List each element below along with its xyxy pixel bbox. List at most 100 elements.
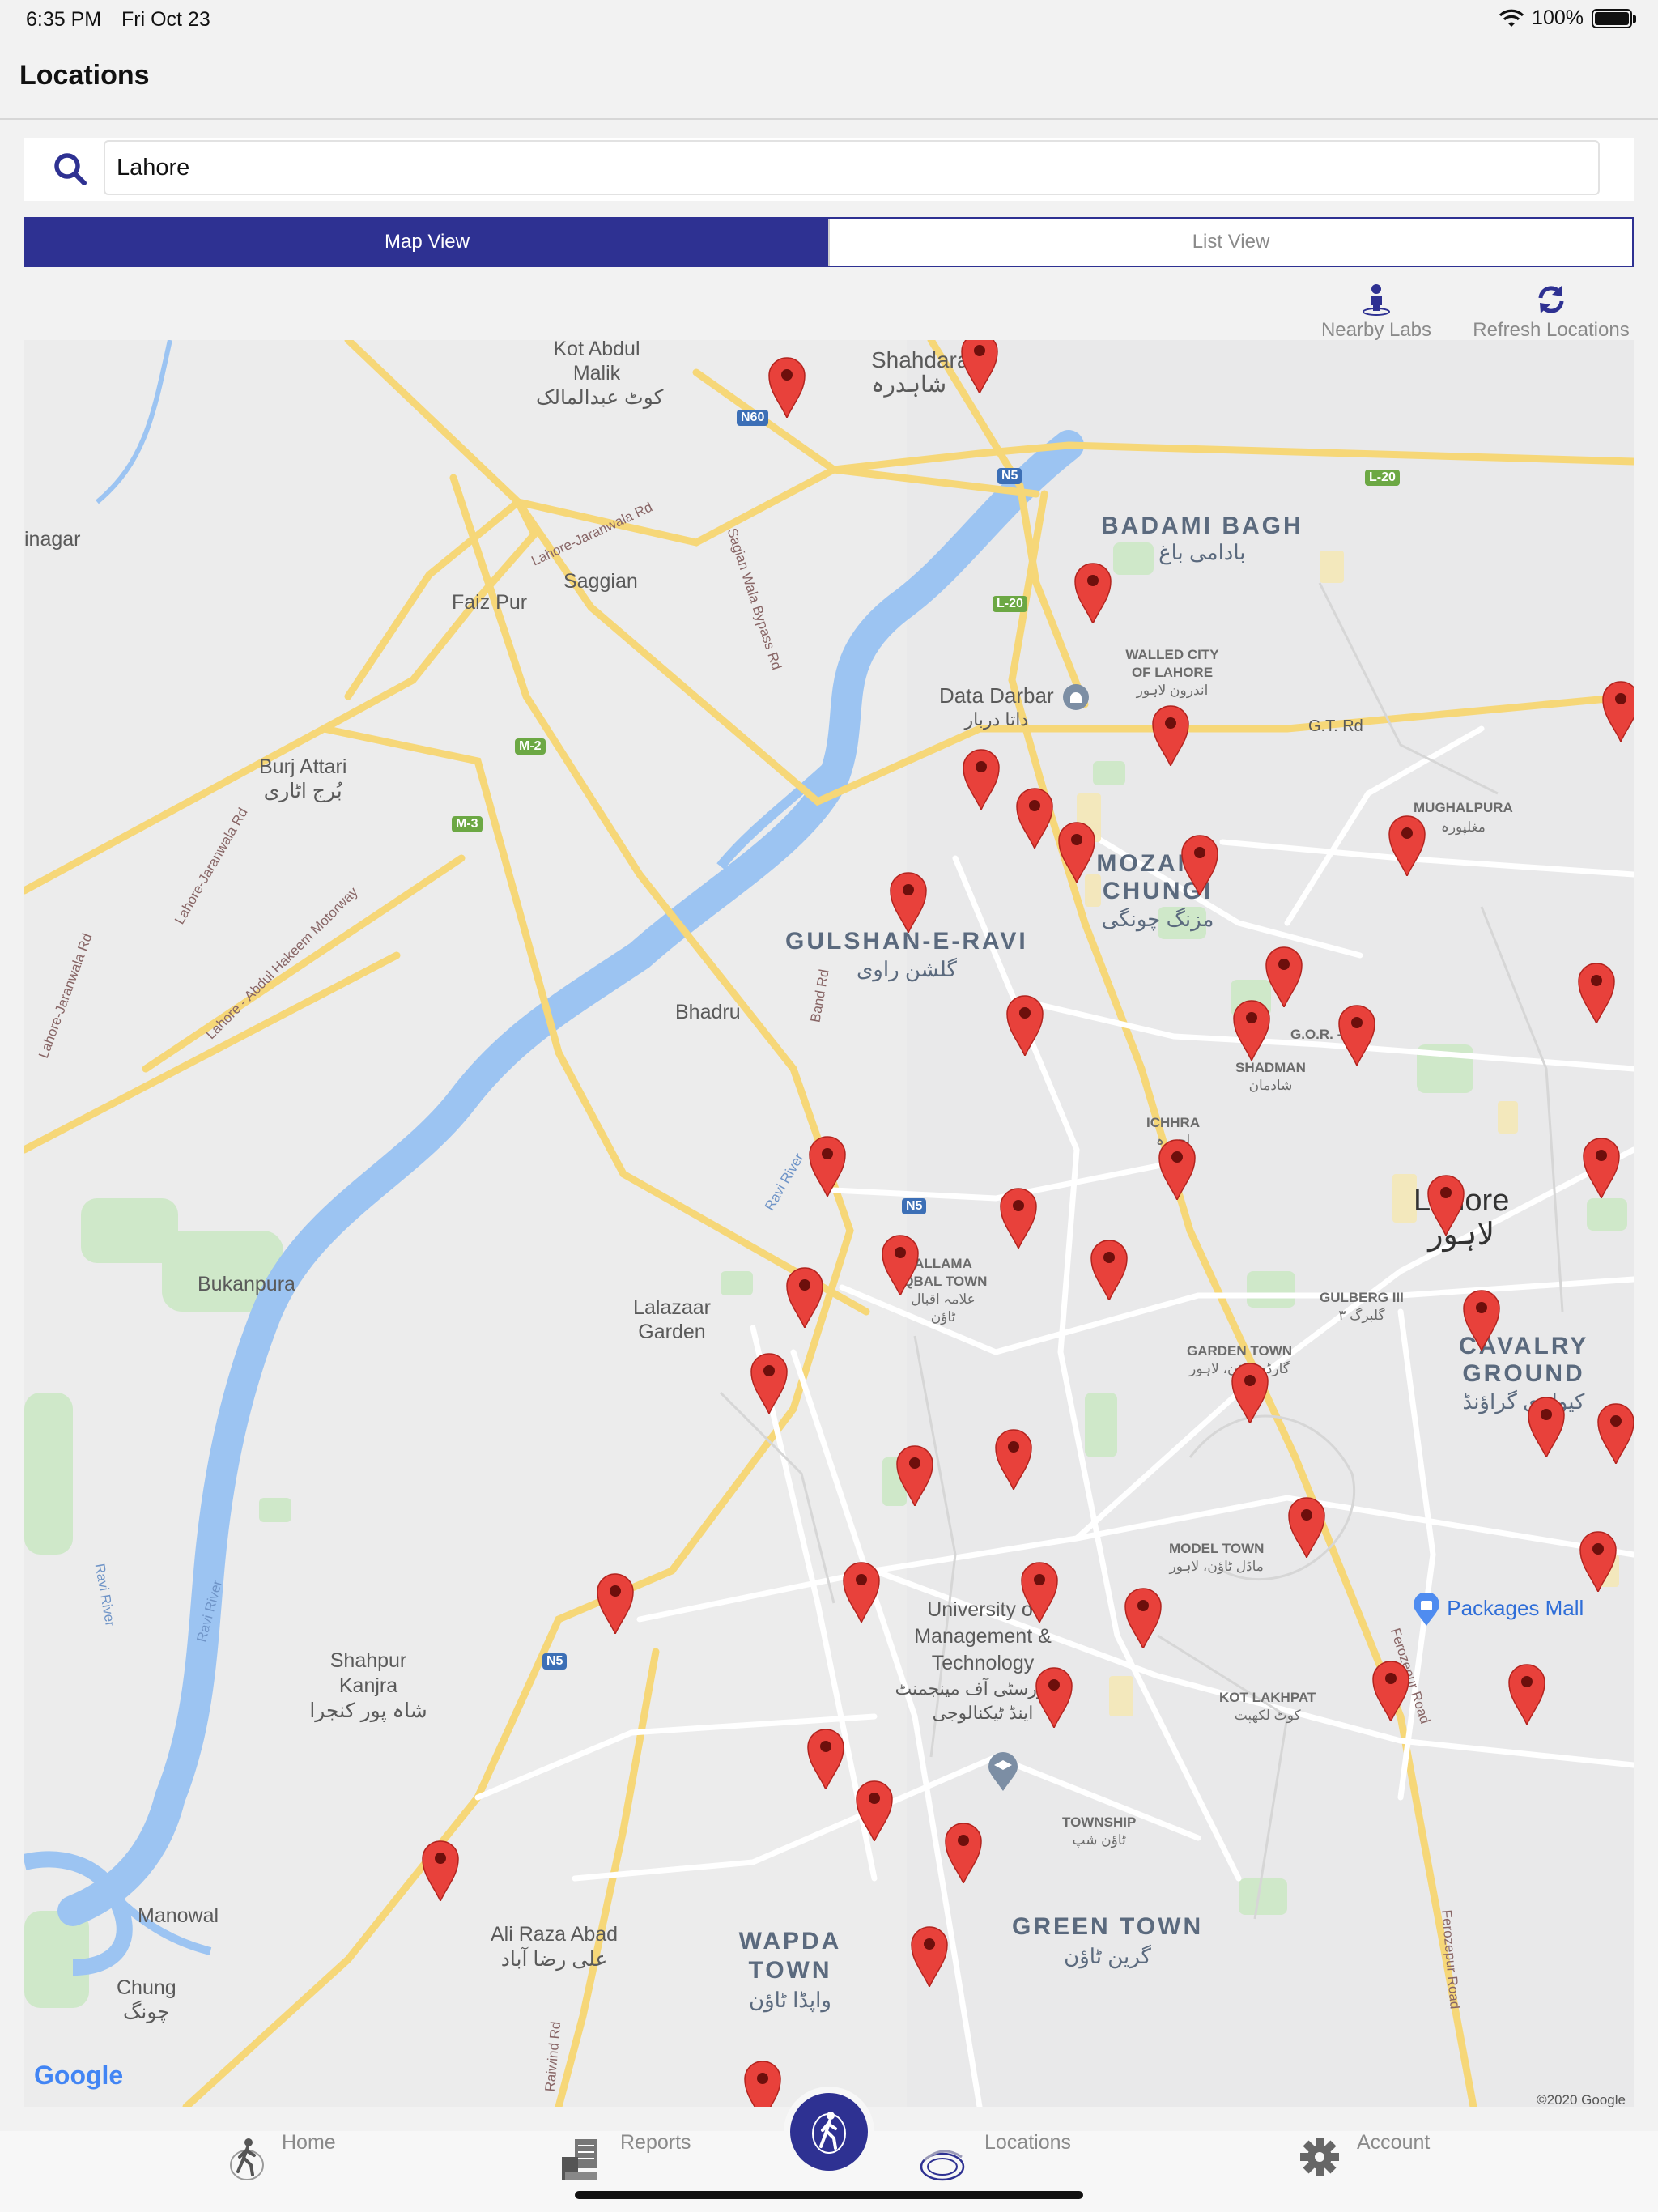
map-marker-icon[interactable] (1158, 1138, 1197, 1200)
map-marker-icon[interactable] (895, 1444, 934, 1506)
walking-person-icon (230, 2138, 264, 2180)
nearby-labs-label: Nearby Labs (1320, 319, 1432, 341)
map-marker-icon[interactable] (1015, 787, 1054, 849)
search-input[interactable] (104, 140, 1600, 195)
map-marker-icon[interactable] (842, 1561, 881, 1623)
map-marker-icon[interactable] (962, 748, 1001, 810)
label-gulberg: GULBERG III گلبرگ ۳ (1320, 1290, 1404, 1323)
label-manowal: Manowal (138, 1904, 219, 1927)
map-marker-icon[interactable] (596, 1572, 635, 1634)
map-marker-icon[interactable] (1426, 1174, 1465, 1236)
map-marker-icon[interactable] (855, 1780, 894, 1841)
map-marker-icon[interactable] (1287, 1496, 1326, 1558)
shield-m2: M-2 (515, 738, 546, 755)
refresh-locations-button[interactable]: Refresh Locations (1462, 283, 1640, 342)
google-logo: Google (34, 2061, 124, 2090)
map-marker-icon[interactable] (1462, 1289, 1501, 1351)
map-marker-icon[interactable] (1124, 1587, 1163, 1648)
header-divider (0, 118, 1658, 120)
map-marker-icon[interactable] (1337, 1004, 1376, 1066)
map-marker-icon[interactable] (881, 1234, 920, 1295)
label-mughalpura: MUGHALPURA مغلپورہ (1414, 800, 1513, 835)
label-green-town: GREEN TOWN گرین ٹاؤن (1012, 1913, 1204, 1968)
search-icon[interactable] (52, 151, 89, 188)
map-marker-icon[interactable] (421, 1840, 460, 1901)
tab-home[interactable]: Home (228, 2131, 336, 2188)
center-action-button[interactable] (790, 2093, 868, 2171)
person-location-icon (1363, 284, 1390, 316)
tab-account-label: Account (1357, 2131, 1431, 2154)
map-copyright: ©2020 Google (1537, 2092, 1626, 2107)
tab-map-view[interactable]: Map View (26, 219, 828, 266)
map-marker-icon[interactable] (1151, 704, 1190, 766)
refresh-icon (1538, 286, 1564, 313)
map-marker-icon[interactable] (1601, 680, 1634, 742)
map-marker-icon[interactable] (1020, 1561, 1059, 1623)
label-ali-raza-abad: Ali Raza Abad علی رضا آباد (491, 1923, 619, 1971)
map-marker-icon[interactable] (785, 1266, 824, 1328)
label-shahpur-kanjra: Shahpur Kanjra شاہ پور کنجرا (309, 1649, 427, 1722)
tab-reports[interactable]: Reports (559, 2131, 691, 2188)
map-marker-icon[interactable] (1265, 946, 1303, 1007)
map-marker-icon[interactable] (960, 340, 999, 393)
label-kot-abdul-malik: Kot Abdul Malik کوٹ عبدالمالک (536, 340, 664, 409)
map-marker-icon[interactable] (994, 1428, 1033, 1490)
map-marker-icon[interactable] (1057, 821, 1096, 883)
shield-n5-1: N5 (997, 468, 1022, 484)
reports-icon (562, 2139, 597, 2180)
label-inagar: inagar (24, 528, 81, 551)
map-marker-icon[interactable] (1579, 1530, 1618, 1592)
label-badami-bagh: BADAMI BAGH بادامی باغ (1101, 513, 1303, 565)
label-burj-attari: Burj Attari بُرج اٹاری (259, 755, 347, 802)
map-marker-icon[interactable] (910, 1925, 949, 1987)
map-marker-icon[interactable] (1035, 1666, 1073, 1728)
map-marker-icon[interactable] (808, 1135, 847, 1197)
label-walled-city: WALLED CITY OF LAHORE اندرون لاہور (1125, 647, 1219, 698)
map-marker-icon[interactable] (1527, 1396, 1566, 1457)
map-marker-icon[interactable] (1507, 1663, 1546, 1725)
battery-icon (1592, 8, 1636, 28)
map-marker-icon[interactable] (944, 1822, 983, 1883)
map-marker-icon[interactable] (1005, 994, 1044, 1056)
map-base (24, 340, 1634, 2107)
shield-m3: M-3 (452, 816, 483, 832)
map-marker-icon[interactable] (1232, 999, 1271, 1061)
map-marker-icon[interactable] (1577, 962, 1616, 1023)
map-marker-icon[interactable] (1180, 834, 1219, 895)
status-time: 6:35 PM (26, 8, 102, 31)
gear-icon (1300, 2138, 1339, 2176)
shield-l20-2: L-20 (993, 596, 1027, 612)
map-marker-icon[interactable] (806, 1728, 845, 1789)
label-kot-lakhpat: KOT LAKHPAT کوٹ لکھپت (1219, 1690, 1316, 1723)
page-title: Locations (19, 60, 150, 91)
tab-locations-label: Locations (984, 2131, 1072, 2154)
map-marker-icon[interactable] (1231, 1362, 1269, 1423)
label-packages-mall: Packages Mall (1412, 1592, 1584, 1626)
tab-locations[interactable]: Locations (920, 2131, 1071, 2188)
map-marker-icon[interactable] (889, 871, 928, 933)
home-indicator (575, 2191, 1083, 2199)
map-marker-icon[interactable] (1371, 1660, 1410, 1721)
map-marker-icon[interactable] (767, 356, 806, 418)
label-model-town: MODEL TOWN ماڈل ٹاؤن، لاہور (1169, 1541, 1265, 1574)
map-marker-icon[interactable] (1596, 1402, 1634, 1464)
tab-list-view[interactable]: List View (828, 219, 1632, 266)
tab-reports-label: Reports (620, 2131, 691, 2154)
nearby-labs-button[interactable]: Nearby Labs (1312, 283, 1441, 342)
label-faiz-pur: Faiz Pur (452, 591, 528, 614)
map-marker-icon[interactable] (743, 2060, 782, 2107)
label-data-darbar: Data Darbar داتا دربار (939, 683, 1054, 730)
map-view[interactable]: Kot Abdul Malik کوٹ عبدالمالک Shahdara شا… (24, 340, 1634, 2107)
shield-l20-1: L-20 (1365, 470, 1400, 486)
label-gt-rd: G.T. Rd (1308, 717, 1363, 735)
mosque-icon (1063, 684, 1089, 710)
map-marker-icon[interactable] (1388, 815, 1426, 876)
map-marker-icon[interactable] (999, 1187, 1038, 1249)
map-marker-icon[interactable] (1090, 1239, 1129, 1300)
battery-percent: 100% (1532, 6, 1584, 29)
map-marker-icon[interactable] (750, 1352, 789, 1414)
status-bar: 6:35 PM Fri Oct 23 100% (0, 0, 1658, 40)
map-marker-icon[interactable] (1582, 1137, 1621, 1198)
tab-account[interactable]: Account (1299, 2131, 1430, 2188)
map-marker-icon[interactable] (1073, 562, 1112, 623)
